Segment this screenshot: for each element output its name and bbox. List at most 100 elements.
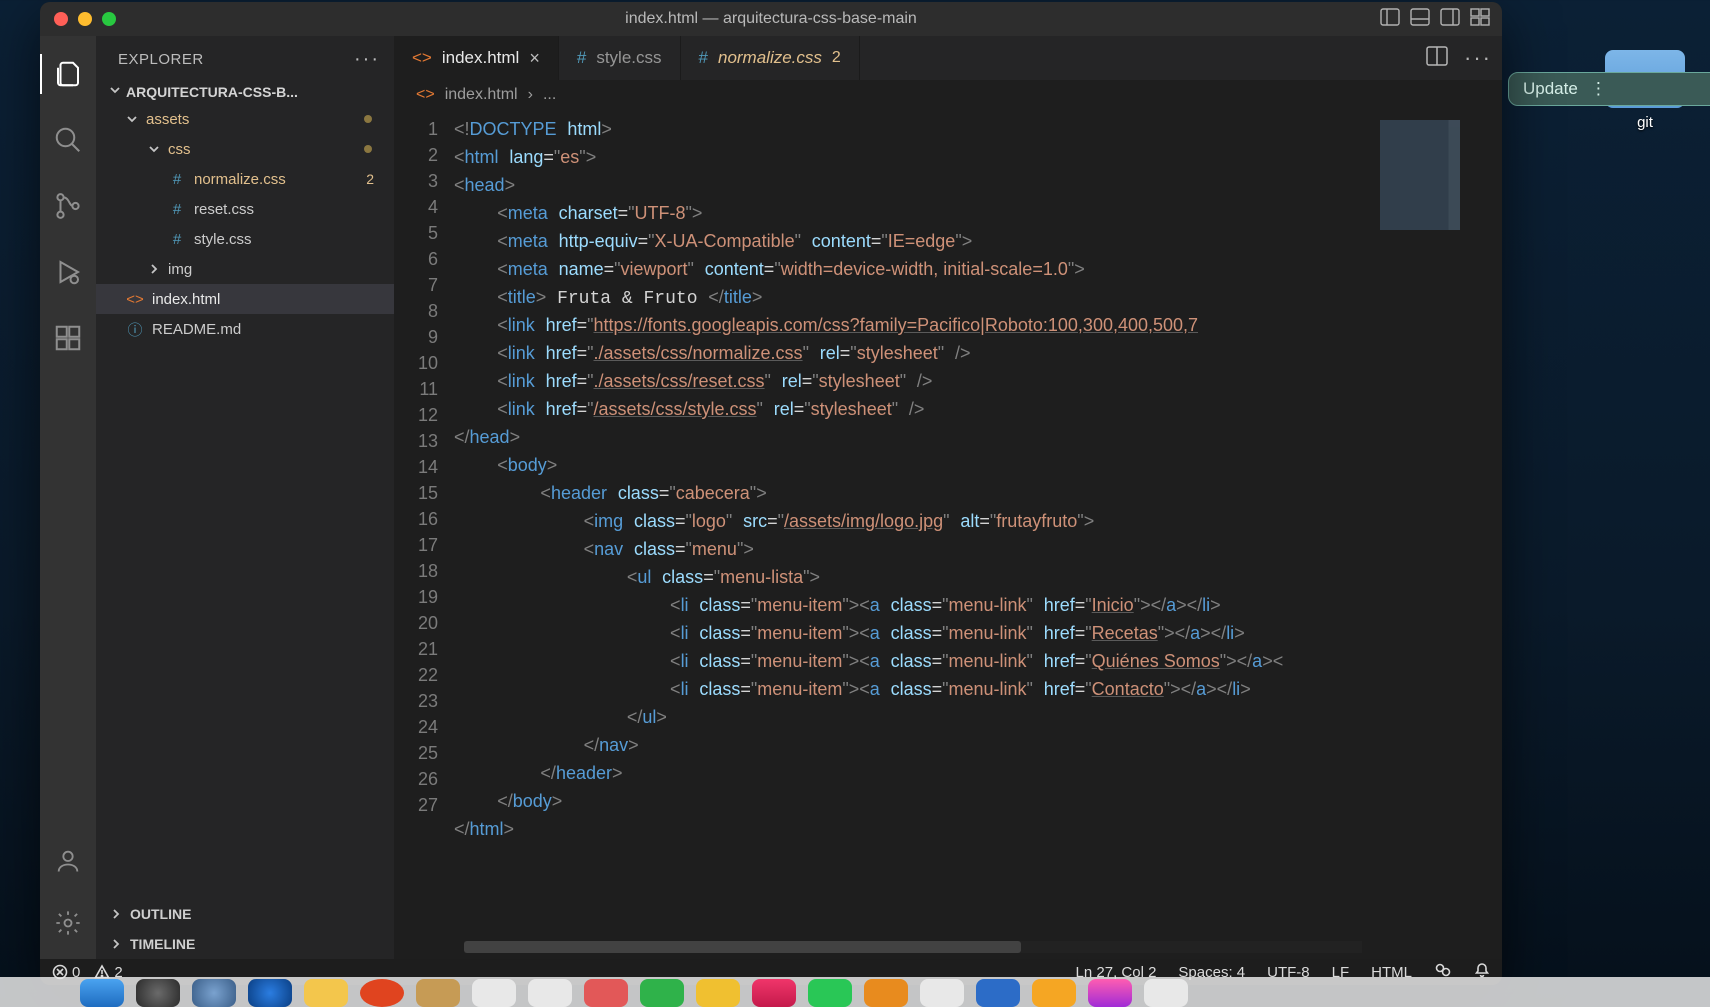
dock-app[interactable] bbox=[80, 979, 124, 1007]
dock-app[interactable] bbox=[584, 979, 628, 1007]
tab-label: style.css bbox=[596, 48, 661, 68]
close-window-button[interactable] bbox=[54, 12, 68, 26]
window-title: index.html — arquitectura-css-base-main bbox=[625, 10, 917, 28]
modified-dot-icon bbox=[364, 115, 372, 123]
sidebar-header: EXPLORER ··· bbox=[96, 36, 394, 79]
tree-file-normalize[interactable]: # normalize.css 2 bbox=[96, 164, 394, 194]
dock-app[interactable] bbox=[808, 979, 852, 1007]
activity-accounts[interactable] bbox=[40, 833, 96, 889]
layout-controls bbox=[1380, 8, 1490, 31]
dock-app[interactable] bbox=[1144, 979, 1188, 1007]
dock-app[interactable] bbox=[472, 979, 516, 1007]
dock-app[interactable] bbox=[696, 979, 740, 1007]
tab-style-css[interactable]: # style.css bbox=[559, 36, 681, 80]
activity-bar bbox=[40, 36, 96, 959]
chevron-right-icon bbox=[110, 938, 122, 950]
activity-explorer[interactable] bbox=[40, 46, 96, 102]
dock-app[interactable] bbox=[416, 979, 460, 1007]
vscode-window: index.html — arquitectura-css-base-main bbox=[40, 2, 1502, 985]
chevron-right-icon bbox=[148, 263, 160, 275]
tree-file-readme[interactable]: ⓘ README.md bbox=[96, 314, 394, 344]
tab-normalize-css[interactable]: # normalize.css 2 bbox=[681, 36, 860, 80]
dock-app[interactable] bbox=[528, 979, 572, 1007]
dock-app[interactable] bbox=[192, 979, 236, 1007]
activity-run-debug[interactable] bbox=[40, 244, 96, 300]
html-icon: <> bbox=[416, 86, 435, 104]
close-icon[interactable]: × bbox=[529, 48, 540, 69]
tree-label: style.css bbox=[194, 231, 252, 248]
dock-app[interactable] bbox=[976, 979, 1020, 1007]
dock-app[interactable] bbox=[920, 979, 964, 1007]
project-name: ARQUITECTURA-CSS-B... bbox=[126, 84, 298, 100]
editor[interactable]: 1234567891011121314151617181920212223242… bbox=[394, 110, 1502, 959]
activity-source-control[interactable] bbox=[40, 178, 96, 234]
update-label: Update bbox=[1523, 79, 1578, 99]
dock-app[interactable] bbox=[864, 979, 908, 1007]
activity-extensions[interactable] bbox=[40, 310, 96, 366]
titlebar: index.html — arquitectura-css-base-main bbox=[40, 2, 1502, 36]
chevron-right-icon bbox=[110, 908, 122, 920]
info-icon: ⓘ bbox=[126, 319, 144, 340]
horizontal-scrollbar[interactable] bbox=[464, 941, 1362, 953]
tab-index-html[interactable]: <> index.html × bbox=[394, 36, 559, 80]
problems-badge: 2 bbox=[832, 49, 841, 67]
tree-folder-img[interactable]: img bbox=[96, 254, 394, 284]
editor-area: <> index.html × # style.css # normalize.… bbox=[394, 36, 1502, 959]
toggle-panel-icon[interactable] bbox=[1410, 8, 1430, 31]
code-content[interactable]: <!DOCTYPE html> <html lang="es"> <head> … bbox=[454, 110, 1372, 959]
dock-app[interactable] bbox=[1032, 979, 1076, 1007]
dock-app[interactable] bbox=[304, 979, 348, 1007]
problems-badge: 2 bbox=[366, 171, 374, 187]
maximize-window-button[interactable] bbox=[102, 12, 116, 26]
tree-file-style[interactable]: # style.css bbox=[96, 224, 394, 254]
tree-file-reset[interactable]: # reset.css bbox=[96, 194, 394, 224]
activity-search[interactable] bbox=[40, 112, 96, 168]
tree-label: css bbox=[168, 141, 191, 158]
timeline-label: TIMELINE bbox=[130, 936, 195, 952]
tree-folder-css[interactable]: css bbox=[96, 134, 394, 164]
sidebar-more-icon[interactable]: ··· bbox=[354, 48, 380, 71]
minimize-window-button[interactable] bbox=[78, 12, 92, 26]
tree-file-index[interactable]: <> index.html bbox=[96, 284, 394, 314]
sidebar: EXPLORER ··· ARQUITECTURA-CSS-B... asset… bbox=[96, 36, 394, 959]
hash-icon: # bbox=[168, 201, 186, 218]
dock-app[interactable] bbox=[1088, 979, 1132, 1007]
kebab-icon: ⋮ bbox=[1590, 79, 1605, 99]
dock[interactable] bbox=[0, 977, 1710, 1007]
minimap[interactable] bbox=[1372, 110, 1502, 959]
dock-app[interactable] bbox=[640, 979, 684, 1007]
html-icon: <> bbox=[126, 291, 144, 308]
html-icon: <> bbox=[412, 48, 432, 68]
toggle-secondary-sidebar-icon[interactable] bbox=[1440, 8, 1460, 31]
breadcrumb[interactable]: <> index.html › ... bbox=[394, 80, 1502, 110]
tree-label: reset.css bbox=[194, 201, 254, 218]
dock-app[interactable] bbox=[248, 979, 292, 1007]
chevron-right-icon: › bbox=[528, 86, 533, 104]
tree-label: index.html bbox=[152, 291, 220, 308]
split-editor-icon[interactable] bbox=[1426, 46, 1448, 71]
tab-label: index.html bbox=[442, 48, 519, 68]
breadcrumb-file: index.html bbox=[445, 86, 518, 104]
toggle-primary-sidebar-icon[interactable] bbox=[1380, 8, 1400, 31]
line-gutter: 1234567891011121314151617181920212223242… bbox=[394, 110, 454, 959]
desktop-folder-label: git bbox=[1605, 114, 1685, 131]
project-header[interactable]: ARQUITECTURA-CSS-B... bbox=[96, 79, 394, 104]
breadcrumb-rest: ... bbox=[543, 86, 556, 104]
tab-label: normalize.css bbox=[718, 48, 822, 68]
tree-folder-assets[interactable]: assets bbox=[96, 104, 394, 134]
chevron-down-icon bbox=[126, 113, 138, 125]
hash-icon: # bbox=[168, 231, 186, 248]
tree-label: normalize.css bbox=[194, 171, 286, 188]
tree-label: assets bbox=[146, 111, 189, 128]
more-actions-icon[interactable]: ··· bbox=[1464, 45, 1492, 71]
outline-section[interactable]: OUTLINE bbox=[96, 899, 394, 929]
timeline-section[interactable]: TIMELINE bbox=[96, 929, 394, 959]
update-pill[interactable]: Update ⋮ bbox=[1508, 72, 1710, 106]
hash-icon: # bbox=[577, 48, 586, 68]
customize-layout-icon[interactable] bbox=[1470, 8, 1490, 31]
dock-app[interactable] bbox=[360, 979, 404, 1007]
modified-dot-icon bbox=[364, 145, 372, 153]
activity-settings[interactable] bbox=[40, 895, 96, 951]
dock-app[interactable] bbox=[752, 979, 796, 1007]
dock-app[interactable] bbox=[136, 979, 180, 1007]
